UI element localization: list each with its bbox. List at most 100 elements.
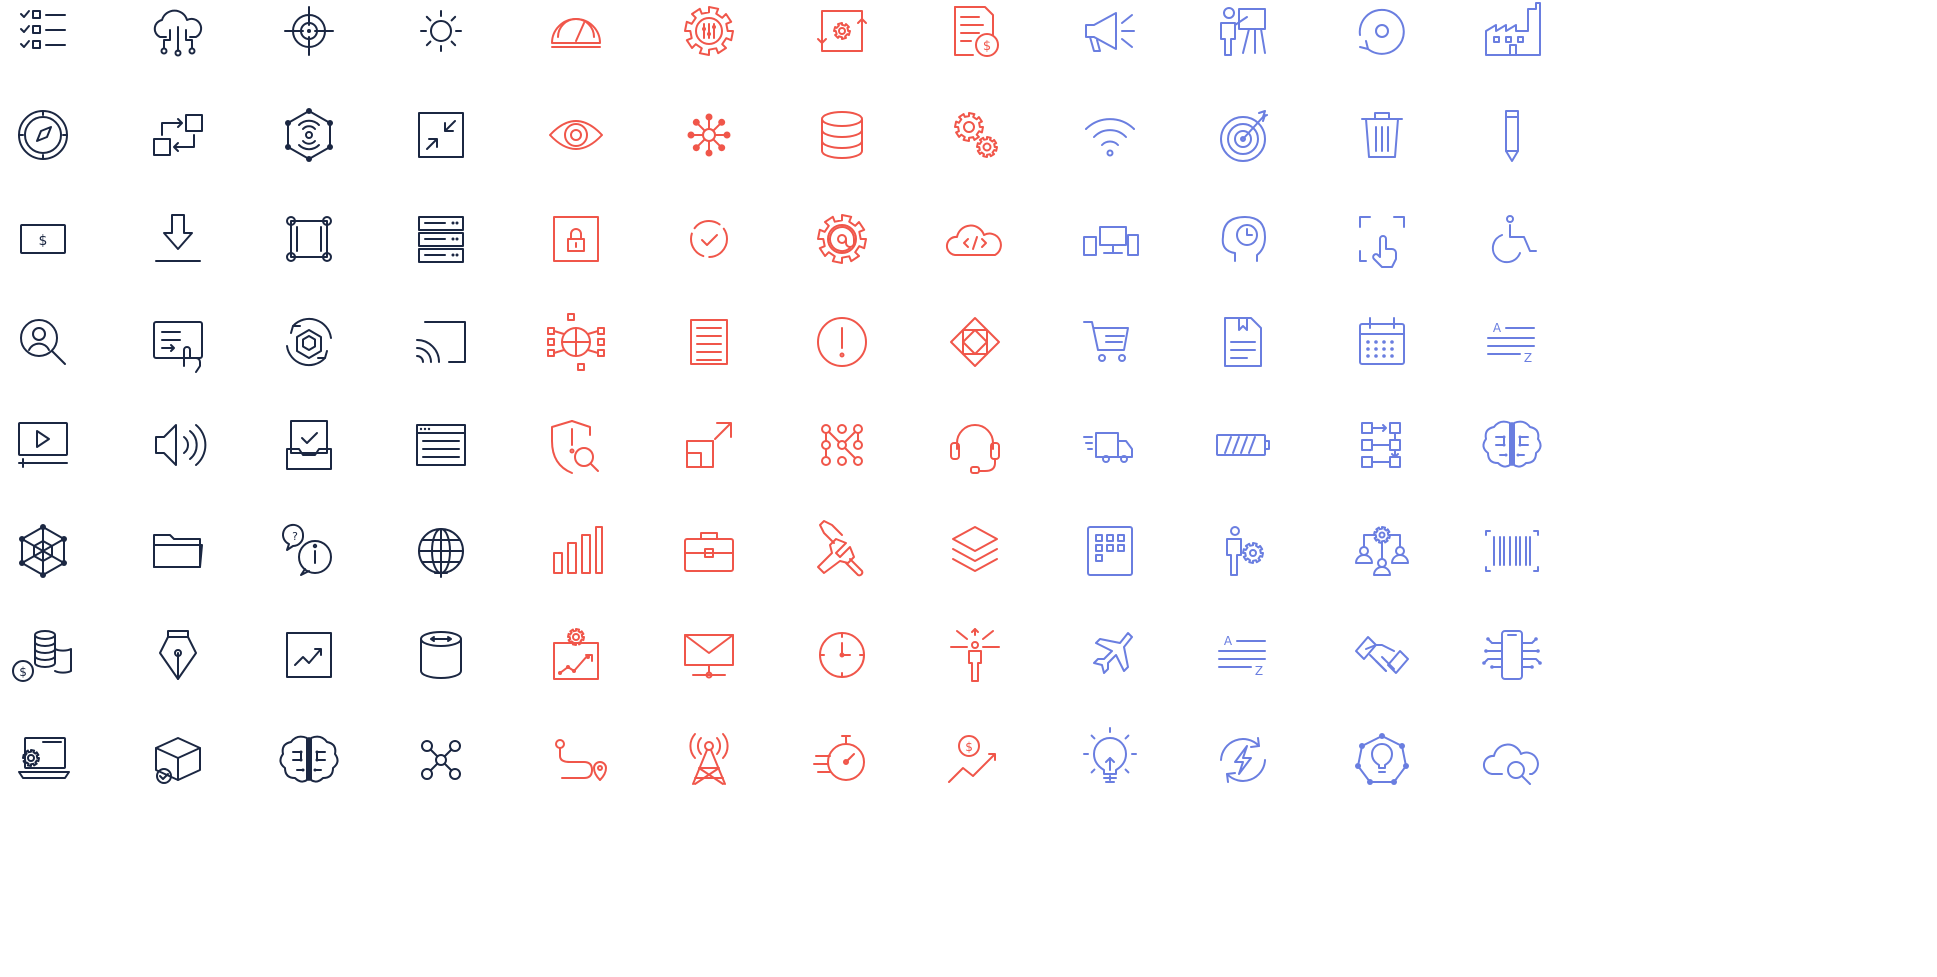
- at-gear-icon-svg: [782, 179, 902, 299]
- molecule-icon-svg: [381, 700, 501, 820]
- frame-nodes-icon: [249, 179, 369, 299]
- person-gear-icon: [1183, 491, 1303, 611]
- signal-tower-icon: [649, 700, 769, 820]
- bar-chart-icon: [516, 491, 636, 611]
- phone-circuit-icon: [1452, 595, 1572, 715]
- layers-icon: [915, 491, 1035, 611]
- box-check-icon-svg: [118, 700, 238, 820]
- eye-icon-svg: [516, 75, 636, 195]
- gears-icon: [915, 75, 1035, 195]
- idea-network-icon-svg: [1355, 733, 1409, 785]
- phone-circuit-icon-svg: [1482, 595, 1542, 715]
- app-grid-icon: [1050, 491, 1170, 611]
- browser-window-icon-svg: [381, 385, 501, 505]
- chat-info-icon: ?: [249, 491, 369, 611]
- trend-chart-icon: [249, 595, 369, 715]
- svg-text:Z: Z: [1255, 664, 1263, 678]
- document-lines-icon: [649, 282, 769, 402]
- coins-dollar-icon: $: [0, 595, 103, 715]
- devices-icon: [1050, 179, 1170, 299]
- alert-circle-icon-svg: [782, 282, 902, 402]
- iot-sensor-icon-svg: [285, 108, 333, 162]
- speaker-icon-svg: [118, 385, 238, 505]
- sort-a-z-icon-svg: AZ: [1183, 634, 1303, 678]
- dollar-growth-icon-svg: $: [915, 700, 1035, 820]
- pencil-icon-svg: [1452, 75, 1572, 195]
- team-hierarchy-icon: [1322, 491, 1442, 611]
- cloud-code-icon: [915, 179, 1035, 299]
- devices-icon-svg: [1050, 179, 1170, 299]
- cloud-search-icon-svg: [1452, 700, 1572, 820]
- expand-square-icon-svg: [649, 385, 769, 505]
- target-arrow-icon-svg: [1183, 75, 1303, 195]
- minimize-arrows-icon: [381, 75, 501, 195]
- cloud-search-icon: [1452, 700, 1572, 820]
- user-search-icon: [0, 282, 103, 402]
- person-direction-icon: [915, 595, 1035, 715]
- frame-nodes-icon-svg: [249, 179, 369, 299]
- inbox-check-icon-svg: [249, 385, 369, 505]
- trash-icon: [1322, 75, 1442, 195]
- dollar-growth-icon: $: [915, 700, 1035, 820]
- svg-text:$: $: [983, 39, 991, 54]
- barcode-icon-svg: [1452, 491, 1572, 611]
- email-network-icon: [649, 595, 769, 715]
- lightbulb-icon: [1050, 700, 1170, 820]
- icon-grid: $ $ A Z? $ A Z $: [0, 0, 1937, 977]
- clock-icon-svg: [782, 595, 902, 715]
- padlock-box-icon: [516, 179, 636, 299]
- email-network-icon-svg: [649, 595, 769, 715]
- user-search-icon-svg: [0, 282, 103, 402]
- route-pin-icon-svg: [516, 700, 636, 820]
- iot-sensor-icon: [249, 75, 369, 195]
- svg-text:$: $: [39, 233, 48, 249]
- diamond-frame-icon-svg: [915, 282, 1035, 402]
- layers-icon-svg: [915, 491, 1035, 611]
- hexagon-network-icon: [0, 491, 103, 611]
- dot-pattern-icon: [782, 385, 902, 505]
- delivery-truck-icon-svg: [1050, 385, 1170, 505]
- shield-search-icon: [516, 385, 636, 505]
- dollar-bill-icon: $: [0, 179, 103, 299]
- svg-text:$: $: [965, 740, 973, 754]
- sort-a-z-icon-svg: AZ: [1452, 321, 1572, 365]
- touch-scan-icon-svg: [1322, 179, 1442, 299]
- video-player-icon-svg: [0, 385, 103, 505]
- bar-chart-icon-svg: [516, 491, 636, 611]
- app-grid-icon-svg: [1050, 491, 1170, 611]
- stopwatch-speed-icon: [782, 700, 902, 820]
- compass-icon-svg: [0, 75, 103, 195]
- touch-screen-icon: [118, 282, 238, 402]
- shopping-cart-icon-svg: [1050, 282, 1170, 402]
- wifi-icon: [1050, 75, 1170, 195]
- brain-circuit-icon: [249, 700, 369, 820]
- globe-icon-svg: [381, 491, 501, 611]
- minimize-arrows-icon-svg: [381, 75, 501, 195]
- expand-square-icon: [649, 385, 769, 505]
- box-check-icon: [118, 700, 238, 820]
- airplane-icon: [1050, 595, 1170, 715]
- cube-cycle-icon: [249, 282, 369, 402]
- team-hierarchy-icon-svg: [1322, 491, 1442, 611]
- brain-circuit-icon: [1452, 385, 1572, 505]
- svg-text:Z: Z: [1524, 351, 1532, 365]
- handshake-icon: [1322, 595, 1442, 715]
- wheelchair-icon-svg: [1452, 179, 1572, 299]
- brain-circuit-icon-svg: [1452, 385, 1572, 505]
- shopping-cart-icon: [1050, 282, 1170, 402]
- cast-icon-svg: [381, 282, 501, 402]
- storage-cylinder-icon: [381, 595, 501, 715]
- pen-nib-icon: [118, 595, 238, 715]
- chat-info-icon-svg: ?: [249, 491, 369, 611]
- growth-chart-gear-icon: [516, 595, 636, 715]
- trend-chart-icon-svg: [249, 595, 369, 715]
- document-bookmark-icon: [1183, 282, 1303, 402]
- circuit-globe-icon: [516, 282, 636, 402]
- handshake-icon-svg: [1322, 595, 1442, 715]
- cloud-code-icon-svg: [915, 179, 1035, 299]
- laptop-gear-icon-svg: [0, 700, 103, 820]
- document-lines-icon-svg: [649, 282, 769, 402]
- tools-icon-svg: [782, 491, 902, 611]
- growth-chart-gear-icon-svg: [516, 595, 636, 715]
- dollar-bill-icon-svg: $: [0, 179, 103, 299]
